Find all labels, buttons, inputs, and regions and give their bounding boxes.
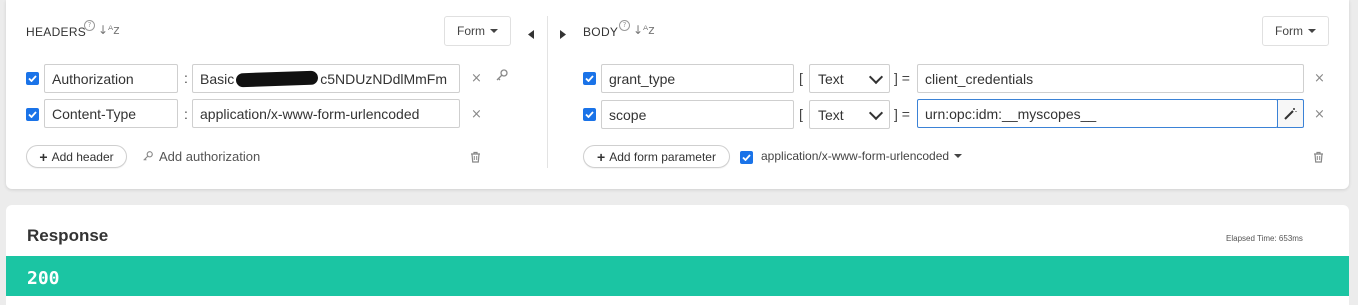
header-row-1-value-tail: c5NDUzNDdlMmFm: [320, 70, 448, 87]
add-form-parameter-label: Add form parameter: [609, 149, 716, 164]
body-form-dropdown[interactable]: Form: [1262, 16, 1329, 46]
caret-down-icon: [1308, 29, 1316, 33]
header-row-2-value-input[interactable]: application/x-www-form-urlencoded: [192, 99, 460, 128]
help-icon[interactable]: ?: [84, 20, 95, 31]
header-row-1-checkbox[interactable]: [26, 72, 39, 85]
chevron-down-icon: [868, 105, 884, 120]
colon-separator: :: [184, 70, 188, 86]
body-row-1-type: Text: [818, 70, 844, 87]
header-row-2-value: application/x-www-form-urlencoded: [200, 105, 420, 122]
body-row-2-value: urn:opc:idm:__myscopes__: [925, 105, 1097, 122]
body-row-2-value-input[interactable]: urn:opc:idm:__myscopes__: [917, 99, 1278, 128]
body-row-1-value-input[interactable]: client_credentials: [917, 64, 1304, 93]
content-type-label: application/x-www-form-urlencoded: [761, 149, 950, 163]
remove-icon[interactable]: ×: [471, 71, 482, 86]
header-row-1-key: Authorization: [52, 70, 134, 87]
expand-right-icon[interactable]: [559, 26, 566, 44]
body-row-2-type-select[interactable]: Text: [809, 100, 890, 129]
add-authorization-link[interactable]: Add authorization: [159, 149, 260, 164]
header-row-1-value-input[interactable]: Basic c5NDUzNDdlMmFm: [192, 64, 460, 93]
body-row-2-key-input[interactable]: scope: [601, 100, 794, 129]
headers-form-label: Form: [457, 24, 485, 38]
caret-down-icon: [490, 29, 498, 33]
sort-icon[interactable]: ↓ᴬᴢ: [98, 23, 120, 37]
body-row-1-type-select[interactable]: Text: [809, 64, 890, 93]
header-row-2-checkbox[interactable]: [26, 108, 39, 121]
remove-icon[interactable]: ×: [471, 107, 482, 122]
section-divider: [547, 16, 548, 168]
header-row-1-key-input[interactable]: Authorization: [44, 64, 178, 93]
collapse-left-icon[interactable]: [528, 26, 535, 44]
body-form-label: Form: [1275, 24, 1303, 38]
help-icon[interactable]: ?: [619, 20, 630, 31]
content-type-dropdown[interactable]: application/x-www-form-urlencoded: [761, 149, 963, 163]
key-icon: [142, 149, 154, 167]
colon-separator: :: [184, 106, 188, 122]
trash-icon[interactable]: [1313, 150, 1324, 168]
bracket-equals: ] =: [894, 70, 910, 86]
content-type-checkbox[interactable]: [740, 151, 753, 164]
body-row-2-key: scope: [609, 106, 647, 123]
body-row-1-key: grant_type: [609, 70, 676, 87]
headers-form-dropdown[interactable]: Form: [444, 16, 511, 46]
body-row-1-key-input[interactable]: grant_type: [601, 64, 794, 93]
header-row-1-value: Basic: [200, 70, 235, 87]
caret-down-icon: [954, 154, 963, 158]
redaction-scribble: [236, 70, 319, 87]
bracket-equals: ] =: [894, 106, 910, 122]
body-row-2-type: Text: [818, 106, 844, 123]
plus-icon: +: [597, 148, 606, 165]
response-title: Response: [27, 226, 109, 245]
plus-icon: +: [39, 148, 48, 165]
header-row-2-key: Content-Type: [52, 105, 137, 122]
status-bar: 200: [6, 256, 1349, 296]
body-row-1-value: client_credentials: [925, 70, 1034, 87]
remove-icon[interactable]: ×: [1314, 71, 1325, 86]
body-row-2-checkbox[interactable]: [583, 108, 596, 121]
add-form-parameter-button[interactable]: + Add form parameter: [583, 145, 730, 168]
status-code: 200: [27, 268, 60, 289]
trash-icon[interactable]: [470, 150, 481, 168]
magic-wand-icon: [1284, 108, 1297, 120]
magic-wand-button[interactable]: [1277, 99, 1304, 128]
add-header-button[interactable]: + Add header: [26, 145, 127, 168]
elapsed-time: Elapsed Time: 653ms: [1226, 234, 1303, 243]
bracket-open: [: [799, 106, 803, 122]
body-title: BODY: [583, 25, 619, 39]
bracket-open: [: [799, 70, 803, 86]
body-row-1-checkbox[interactable]: [583, 72, 596, 85]
request-panel: HEADERS ? ↓ᴬᴢ Form Authorization : Basic…: [6, 0, 1349, 189]
add-header-label: Add header: [51, 149, 114, 164]
remove-icon[interactable]: ×: [1314, 107, 1325, 122]
key-icon[interactable]: [495, 68, 509, 87]
chevron-down-icon: [868, 69, 884, 84]
header-row-2-key-input[interactable]: Content-Type: [44, 99, 178, 128]
headers-title: HEADERS: [26, 25, 87, 39]
sort-icon[interactable]: ↓ᴬᴢ: [633, 23, 655, 37]
